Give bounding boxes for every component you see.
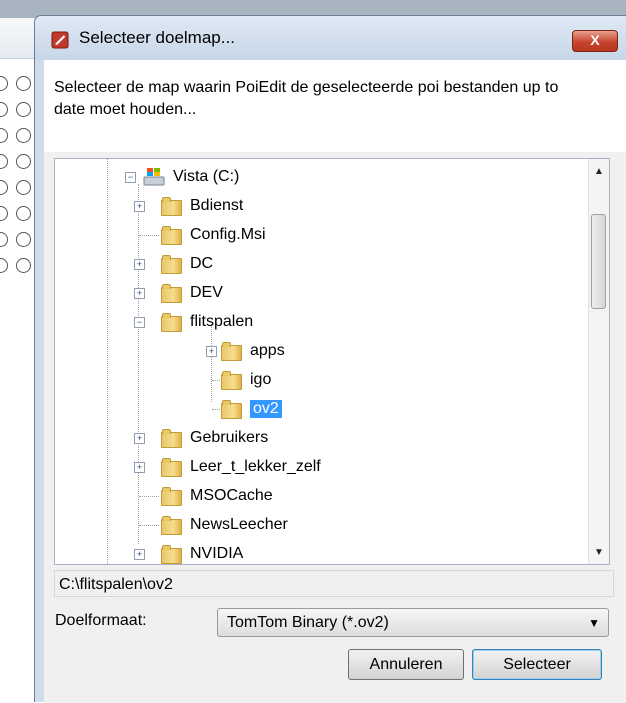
tree-label: apps: [250, 342, 285, 359]
format-select[interactable]: TomTom Binary (*.ov2) ▼: [217, 608, 609, 637]
format-label: Doelformaat:: [55, 612, 147, 629]
tree-label: Vista (C:): [173, 168, 240, 185]
expand-icon[interactable]: +: [134, 259, 145, 270]
tree-node[interactable]: Leer_t_lekker_zelf: [161, 453, 321, 481]
folder-icon: [221, 341, 242, 361]
folder-icon: [161, 486, 182, 506]
tree-node[interactable]: DC: [161, 250, 213, 278]
folder-icon: [161, 544, 182, 564]
expand-icon[interactable]: +: [134, 433, 145, 444]
tree-guide-line: [139, 496, 159, 497]
cancel-button[interactable]: Annuleren: [348, 649, 464, 680]
expand-icon[interactable]: +: [206, 346, 217, 357]
tree-node[interactable]: NVIDIA: [161, 540, 244, 564]
tree-scrollbar[interactable]: ▲ ▼: [588, 159, 609, 564]
collapse-icon[interactable]: −: [125, 172, 136, 183]
folder-icon: [161, 312, 182, 332]
tree-node[interactable]: igo: [221, 366, 271, 394]
tree-node[interactable]: flitspalen: [161, 308, 253, 336]
scroll-up-icon[interactable]: ▲: [589, 163, 609, 181]
expand-icon[interactable]: +: [134, 462, 145, 473]
expand-icon[interactable]: +: [134, 201, 145, 212]
tree-guide-line: [139, 525, 159, 526]
tree-node-selected[interactable]: ov2: [221, 395, 282, 423]
folder-icon: [161, 515, 182, 535]
tree-label: DC: [190, 255, 214, 272]
scroll-down-icon[interactable]: ▼: [589, 544, 609, 562]
tree-guide-line: [138, 184, 139, 544]
tree-label: MSOCache: [190, 487, 273, 504]
folder-icon: [161, 254, 182, 274]
folder-icon: [161, 225, 182, 245]
dialog-title-bar[interactable]: Selecteer doelmap... X: [35, 16, 626, 60]
collapse-icon[interactable]: −: [134, 317, 145, 328]
selected-path-field: C:\flitspalen\ov2: [54, 570, 614, 597]
folder-icon: [161, 196, 182, 216]
tree-label: NewsLeecher: [190, 516, 288, 533]
folder-icon: [221, 370, 242, 390]
chevron-down-icon[interactable]: ▼: [588, 610, 600, 637]
folder-icon: [161, 283, 182, 303]
folder-icon: [161, 428, 182, 448]
folder-tree[interactable]: − Vista (C:) Bdienst + Config.Msi DC + D…: [54, 158, 610, 565]
tree-label: flitspalen: [190, 313, 254, 330]
expand-icon[interactable]: +: [134, 549, 145, 560]
tree-label: Gebruikers: [190, 429, 269, 446]
tree-node[interactable]: Config.Msi: [161, 221, 266, 249]
tree-label: Leer_t_lekker_zelf: [190, 458, 321, 475]
close-icon: X: [590, 32, 600, 48]
tree-label: Bdienst: [190, 197, 244, 214]
drive-icon: [143, 168, 165, 186]
folder-icon: [221, 399, 242, 419]
folder-icon: [161, 457, 182, 477]
dialog-description: Selecteer de map waarin PoiEdit de gesel…: [54, 79, 559, 118]
close-button[interactable]: X: [572, 30, 618, 52]
scroll-thumb[interactable]: [591, 214, 606, 309]
tree-node[interactable]: MSOCache: [161, 482, 273, 510]
tree-label: igo: [250, 371, 272, 388]
tree-node[interactable]: Bdienst: [161, 192, 243, 220]
dialog-client-area: Selecteer de map waarin PoiEdit de gesel…: [44, 60, 626, 703]
tree-guide-line: [107, 159, 108, 564]
format-select-value: TomTom Binary (*.ov2): [227, 614, 389, 631]
tree-node[interactable]: apps: [221, 337, 285, 365]
select-folder-dialog: Selecteer doelmap... X Selecteer de map …: [34, 15, 626, 703]
tree-node[interactable]: DEV: [161, 279, 223, 307]
tree-guide-line: [212, 409, 220, 410]
app-icon: [51, 31, 69, 49]
description-panel: Selecteer de map waarin PoiEdit de gesel…: [44, 60, 626, 152]
tree-label-selected: ov2: [250, 400, 282, 418]
tree-node[interactable]: NewsLeecher: [161, 511, 288, 539]
tree-guide-line: [139, 235, 159, 236]
tree-guide-line: [212, 380, 220, 381]
tree-label: NVIDIA: [190, 545, 244, 562]
tree-node-root[interactable]: − Vista (C:): [125, 163, 239, 191]
tree-label: Config.Msi: [190, 226, 266, 243]
tree-node[interactable]: Gebruikers: [161, 424, 268, 452]
dialog-title: Selecteer doelmap...: [79, 28, 235, 47]
expand-icon[interactable]: +: [134, 288, 145, 299]
select-button[interactable]: Selecteer: [472, 649, 602, 680]
tree-label: DEV: [190, 284, 223, 301]
